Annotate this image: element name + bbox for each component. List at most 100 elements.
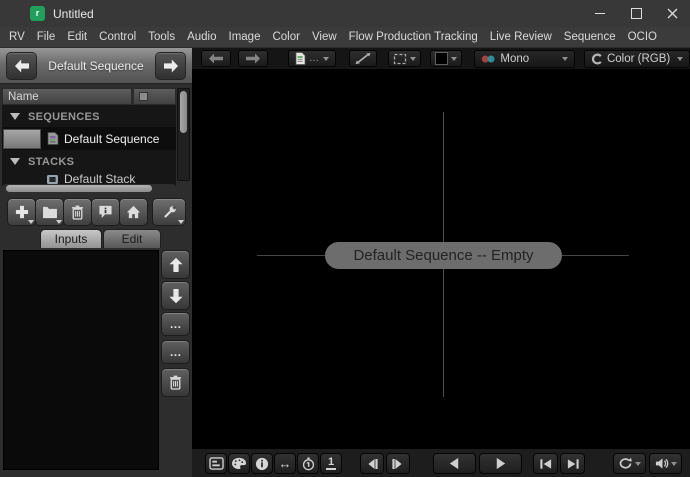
go-to-end-button[interactable]: [560, 453, 585, 474]
tab-edit[interactable]: Edit: [103, 229, 161, 248]
delete-node-button[interactable]: [63, 198, 92, 226]
channel-mode-dropdown[interactable]: Color (RGB): [584, 50, 690, 68]
tree-vertical-scrollbar[interactable]: [177, 88, 190, 181]
info-bubble-icon: [98, 205, 113, 219]
tab-label: Edit: [122, 232, 143, 246]
play-forward-icon: [493, 457, 508, 470]
tree-group-sequences[interactable]: SEQUENCES: [2, 107, 176, 126]
empty-message-text: Default Sequence -- Empty: [353, 247, 533, 264]
menu-tools[interactable]: Tools: [142, 31, 181, 43]
menu-view[interactable]: View: [306, 31, 343, 43]
realtime-clock-button[interactable]: [297, 453, 319, 474]
tree-horizontal-scrollbar[interactable]: [2, 184, 176, 194]
open-folder-button[interactable]: [35, 198, 64, 226]
black-swatch-icon: [435, 52, 448, 65]
menu-live-review[interactable]: Live Review: [484, 31, 558, 43]
tree-item-default-sequence[interactable]: Default Sequence: [2, 127, 176, 150]
play-forward-button[interactable]: [479, 453, 522, 474]
menu-color[interactable]: Color: [266, 31, 305, 43]
menu-image[interactable]: Image: [223, 31, 267, 43]
stereo-mode-dropdown[interactable]: Mono: [474, 50, 575, 68]
link-icon: [354, 52, 372, 65]
go-end-icon: [566, 458, 580, 470]
loop-icon: [618, 457, 633, 470]
go-to-start-button[interactable]: [533, 453, 558, 474]
session-next-button[interactable]: [155, 52, 186, 80]
item-label: Default Sequence: [64, 132, 159, 146]
group-label: SEQUENCES: [28, 111, 100, 123]
step-forward-button[interactable]: [386, 453, 410, 474]
maximize-button[interactable]: [618, 0, 654, 27]
session-tree[interactable]: SEQUENCES Default Sequence STACKS Defaul…: [2, 105, 176, 186]
more-options-button-1[interactable]: …: [161, 312, 190, 336]
menu-file[interactable]: File: [31, 31, 62, 43]
play-backward-button[interactable]: [433, 453, 476, 474]
color-inspector-button[interactable]: [228, 453, 250, 474]
view-back-button[interactable]: [201, 50, 231, 67]
viewer-toolbar: … Mono Color (RGB): [192, 48, 690, 70]
menu-flow-production-tracking[interactable]: Flow Production Tracking: [343, 31, 484, 43]
menu-audio[interactable]: Audio: [181, 31, 222, 43]
arrow-right-icon: [163, 59, 179, 73]
tab-inputs[interactable]: Inputs: [40, 229, 102, 248]
minimize-button[interactable]: [582, 0, 618, 27]
inputs-list[interactable]: [3, 250, 159, 470]
home-icon: [126, 205, 141, 219]
viewer-canvas[interactable]: Default Sequence -- Empty: [192, 70, 690, 448]
tree-group-stacks[interactable]: STACKS: [2, 152, 176, 171]
settings-wrench-button[interactable]: [152, 198, 186, 226]
chevron-down-icon: [323, 57, 329, 61]
caret-down-icon[interactable]: [10, 158, 20, 165]
palette-icon: [231, 457, 247, 470]
more-options-button-2[interactable]: …: [161, 340, 190, 364]
session-prev-button[interactable]: [6, 52, 37, 80]
menu-control[interactable]: Control: [93, 31, 142, 43]
audio-volume-button[interactable]: [649, 453, 682, 474]
add-node-button[interactable]: [7, 198, 36, 226]
tree-column-media-header[interactable]: [133, 88, 176, 105]
scrollbar-thumb[interactable]: [6, 185, 152, 192]
in-out-range-button[interactable]: ↔: [274, 453, 296, 474]
rv-application-window: r Untitled RV File Edit Control Tools Au…: [0, 0, 690, 477]
sync-link-button[interactable]: [349, 50, 377, 67]
timeline-toggle-button[interactable]: [205, 453, 227, 474]
chevron-down-icon: [28, 220, 34, 224]
view-frame-button[interactable]: [388, 50, 421, 67]
menu-ocio[interactable]: OCIO: [622, 31, 663, 43]
forward-arrow-icon: [243, 53, 263, 64]
image-info-button[interactable]: [251, 453, 273, 474]
menu-edit[interactable]: Edit: [61, 31, 93, 43]
frame-display-button[interactable]: 1: [320, 453, 342, 474]
move-input-down-button[interactable]: [161, 281, 190, 310]
window-title: Untitled: [53, 7, 94, 21]
loop-mode-button[interactable]: [613, 453, 646, 474]
home-view-button[interactable]: [119, 198, 148, 226]
session-title: Default Sequence: [48, 59, 143, 73]
titlebar: r Untitled: [0, 0, 690, 27]
session-media-button[interactable]: …: [288, 50, 336, 67]
playback-toolbar: ↔ 1: [192, 448, 690, 477]
chevron-down-icon: [410, 57, 416, 61]
stereo-glasses-icon: [481, 54, 496, 64]
caret-down-icon[interactable]: [10, 113, 20, 120]
view-forward-button[interactable]: [238, 50, 268, 67]
menu-sequence[interactable]: Sequence: [558, 31, 622, 43]
close-button[interactable]: [654, 0, 690, 27]
annotation-info-button[interactable]: [91, 198, 120, 226]
timeline-icon: [209, 457, 224, 470]
tree-column-name-header[interactable]: Name: [2, 88, 132, 105]
maximize-icon: [631, 8, 642, 19]
document-icon: [295, 52, 306, 65]
arrow-down-icon: [169, 288, 183, 304]
app-icon-glyph: r: [36, 9, 40, 18]
move-input-up-button[interactable]: [161, 250, 190, 279]
step-back-button[interactable]: [360, 453, 384, 474]
background-color-button[interactable]: [430, 50, 462, 67]
chevron-down-icon: [56, 220, 62, 224]
remove-input-button[interactable]: [161, 368, 190, 397]
app-icon[interactable]: r: [30, 6, 45, 21]
menu-rv[interactable]: RV: [3, 31, 31, 43]
stereo-mode-value: Mono: [500, 53, 529, 65]
scrollbar-thumb[interactable]: [180, 91, 187, 133]
minimize-icon: [595, 13, 605, 14]
